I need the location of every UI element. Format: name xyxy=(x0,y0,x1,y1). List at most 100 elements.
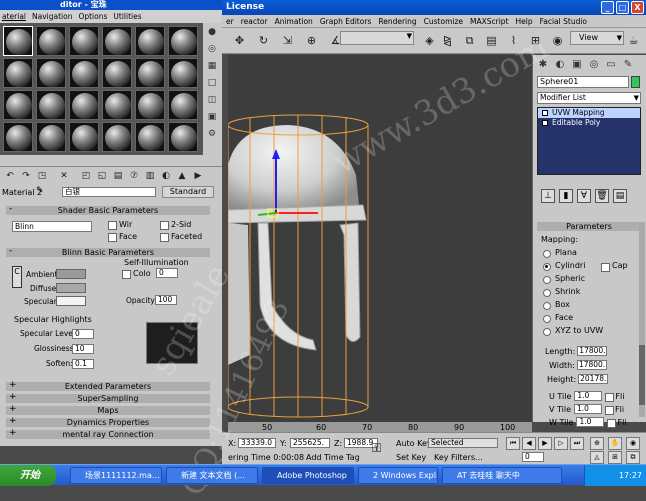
mental-ray-rollout[interactable]: + mental ray Connection xyxy=(6,429,210,439)
go-end-icon[interactable]: ⏭ xyxy=(570,437,584,450)
menu-utilities[interactable]: Utilities xyxy=(113,10,141,23)
object-name-field[interactable]: Sphere01 xyxy=(537,76,629,88)
pin-stack-icon[interactable]: ⊥ xyxy=(541,189,555,203)
material-slot[interactable] xyxy=(168,26,198,56)
make-preview-icon[interactable]: ▣ xyxy=(206,111,218,123)
faceted-checkbox[interactable]: Faceted xyxy=(160,232,202,242)
motion-tab-icon[interactable]: ◎ xyxy=(587,58,601,72)
parameters-rollout[interactable]: Parameters xyxy=(537,222,641,231)
go-sibling-icon[interactable]: ▶ xyxy=(192,170,204,182)
menu-maxscript[interactable]: MAXScript xyxy=(470,15,509,27)
maximize-viewport-icon[interactable]: ⧉ xyxy=(626,451,640,464)
close-button[interactable]: X xyxy=(631,1,644,14)
task-explorer[interactable]: 2 Windows Expl... xyxy=(358,467,438,484)
w-tile-field[interactable]: 1.0 xyxy=(576,417,605,427)
get-material-icon[interactable]: ↶ xyxy=(4,170,16,182)
spec-level-value[interactable]: 0 xyxy=(72,329,94,339)
next-frame-icon[interactable]: ▷ xyxy=(554,437,568,450)
stack-item-editable-poly[interactable]: Editable Poly xyxy=(538,118,640,128)
panel-scroll-thumb[interactable] xyxy=(639,345,645,405)
uv-tiling-icon[interactable]: □ xyxy=(206,77,218,89)
menu-facial-studio[interactable]: Facial Studio xyxy=(540,15,587,27)
material-slot[interactable] xyxy=(102,26,132,56)
view-dropdown[interactable]: View ▼ xyxy=(570,31,624,45)
y-coord-field[interactable]: 255625. xyxy=(290,438,330,448)
task-photoshop[interactable]: Adobe Photoshop xyxy=(262,467,354,484)
dynamics-rollout[interactable]: + Dynamics Properties xyxy=(6,417,210,427)
add-time-tag-button[interactable]: Add Time Tag xyxy=(306,453,360,462)
reset-map-icon[interactable]: ✕ xyxy=(58,170,70,182)
mapping-spherical-radio[interactable]: Spheric xyxy=(543,274,585,284)
start-button[interactable]: 开始 xyxy=(0,465,56,486)
reference-coord-icon[interactable]: ⊕ xyxy=(304,33,319,48)
extended-params-rollout[interactable]: + Extended Parameters xyxy=(6,381,210,391)
orbit-icon[interactable]: ◉ xyxy=(626,437,640,450)
material-slot[interactable] xyxy=(168,58,198,88)
layer-icon[interactable]: ▤ xyxy=(484,33,499,48)
material-slot[interactable] xyxy=(36,58,66,88)
auto-key-button[interactable]: Auto Key xyxy=(396,439,432,448)
face-map-checkbox[interactable]: Face xyxy=(108,232,137,242)
material-slot[interactable] xyxy=(168,122,198,152)
assign-material-icon[interactable]: ◳ xyxy=(36,170,48,182)
show-end-icon[interactable]: ◐ xyxy=(160,170,172,182)
length-field[interactable]: 17800. xyxy=(577,346,608,356)
task-chat[interactable]: AT 去哇哇 聊天中 xyxy=(442,467,562,484)
frame-field[interactable]: 0 xyxy=(522,452,544,462)
make-unique-icon[interactable]: ∀ xyxy=(577,189,591,203)
two-sided-checkbox[interactable]: 2-Sid xyxy=(160,220,191,230)
backlight-icon[interactable]: ◎ xyxy=(206,43,218,55)
diffuse-swatch[interactable] xyxy=(56,283,86,293)
eyedropper-icon[interactable]: ✎ xyxy=(36,186,44,196)
toggle-icon[interactable] xyxy=(542,120,548,126)
material-slot[interactable] xyxy=(69,122,99,152)
modifier-list-dropdown[interactable]: Modifier List ▼ xyxy=(537,92,641,104)
select-scale-icon[interactable]: ⇲ xyxy=(280,33,295,48)
go-start-icon[interactable]: ⏮ xyxy=(506,437,520,450)
background-icon[interactable]: ▦ xyxy=(206,60,218,72)
material-slot[interactable] xyxy=(69,90,99,120)
cap-checkbox[interactable]: Cap xyxy=(601,261,628,272)
maximize-button[interactable]: □ xyxy=(616,1,629,14)
width-field[interactable]: 17800. xyxy=(576,360,607,370)
field-of-view-icon[interactable]: ◬ xyxy=(590,451,604,464)
display-tab-icon[interactable]: ▭ xyxy=(604,58,618,72)
glossiness-value[interactable]: 10 xyxy=(72,344,94,354)
menu-help[interactable]: Help xyxy=(516,15,533,27)
configure-sets-icon[interactable]: ▤ xyxy=(613,189,627,203)
unique-icon[interactable]: ◱ xyxy=(96,170,108,182)
v-flip-checkbox[interactable]: Fli xyxy=(605,405,624,415)
select-move-icon[interactable]: ✥ xyxy=(232,33,247,48)
material-slot[interactable] xyxy=(3,90,33,120)
stack-item-uvw-mapping[interactable]: UVW Mapping xyxy=(538,108,640,118)
go-parent-icon[interactable]: ▲ xyxy=(176,170,188,182)
material-slot[interactable] xyxy=(135,122,165,152)
ambient-swatch[interactable] xyxy=(56,269,86,279)
mapping-xyz-uvw-radio[interactable]: XYZ to UVW xyxy=(543,326,603,336)
key-icon[interactable]: ⚿ xyxy=(372,441,381,456)
mapping-shrink-radio[interactable]: Shrink xyxy=(543,287,580,297)
edit-named-icon[interactable] xyxy=(418,33,433,48)
utilities-tab-icon[interactable]: ✎ xyxy=(621,58,635,72)
minimize-button[interactable]: _ xyxy=(601,1,614,14)
material-type-button[interactable]: Standard xyxy=(162,186,214,198)
opacity-value[interactable]: 100 xyxy=(155,295,177,305)
height-field[interactable]: 20178. xyxy=(578,374,609,384)
menu-item[interactable]: er xyxy=(226,15,234,27)
material-slot[interactable] xyxy=(135,90,165,120)
options-icon[interactable]: ⚙ xyxy=(206,128,218,140)
material-slot[interactable] xyxy=(135,58,165,88)
key-filters-button[interactable]: Key Filters... xyxy=(434,453,483,462)
align-icon[interactable]: ⧉ xyxy=(462,33,477,48)
select-rotate-icon[interactable]: ↻ xyxy=(256,33,271,48)
mapping-planar-radio[interactable]: Plana xyxy=(543,248,577,258)
blinn-rollout-header[interactable]: - Blinn Basic Parameters xyxy=(6,247,210,257)
set-key-button[interactable]: Set Key xyxy=(396,453,426,462)
menu-customize[interactable]: Customize xyxy=(424,15,463,27)
material-slot[interactable] xyxy=(69,58,99,88)
quick-render-icon[interactable]: ☕ xyxy=(626,33,641,48)
supersampling-rollout[interactable]: + SuperSampling xyxy=(6,393,210,403)
modify-tab-icon[interactable]: ◐ xyxy=(553,58,567,72)
material-slot[interactable] xyxy=(102,58,132,88)
soften-value[interactable]: 0.1 xyxy=(72,359,94,369)
